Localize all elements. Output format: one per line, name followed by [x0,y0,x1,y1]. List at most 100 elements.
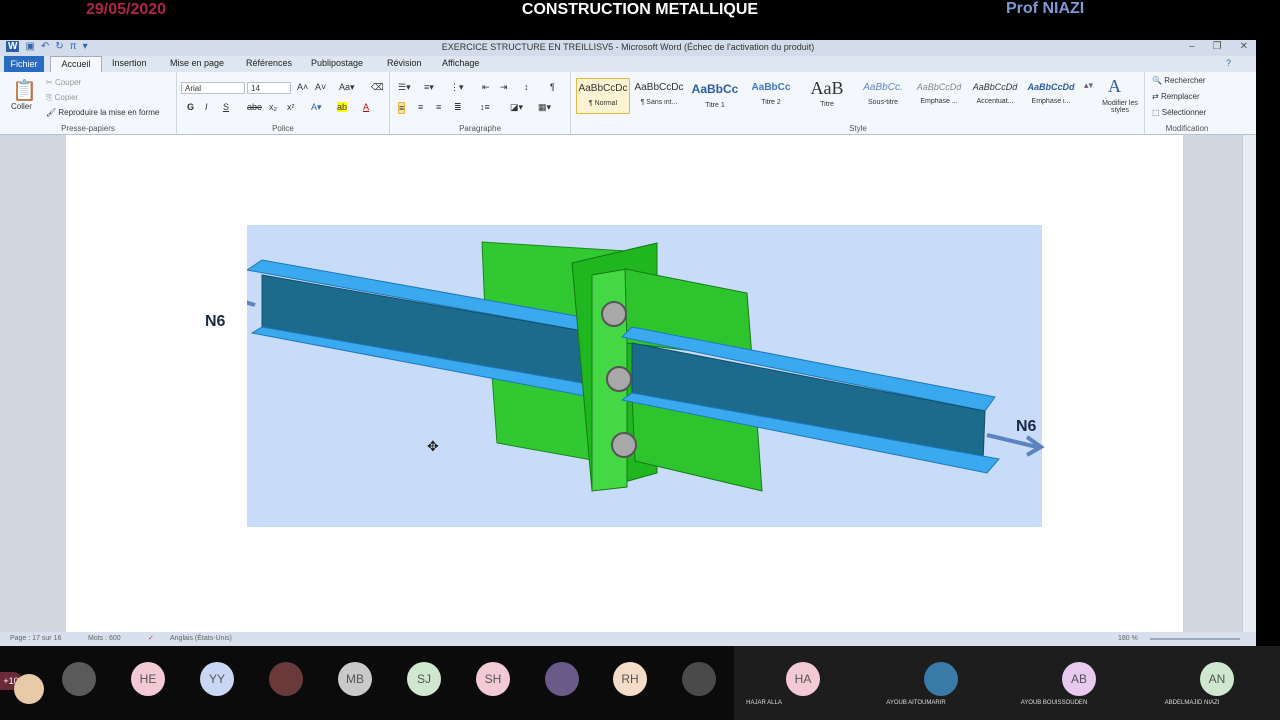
font-name-select[interactable]: Arial [181,82,245,94]
style-titre[interactable]: AaB Titre [800,78,854,114]
style-sous-titre[interactable]: AaBbCc. Sous-titre [856,78,910,114]
participant-avatar-mb[interactable]: MB [338,662,372,696]
multilevel-list-icon[interactable]: ⋮▾ [450,82,464,93]
justify-icon[interactable]: ≣ [454,102,462,113]
participant-avatar-sh[interactable]: SH [476,662,510,696]
participant-photo-avatar[interactable] [924,662,958,696]
style-name: Titre [820,101,834,108]
style-emphase-pale[interactable]: AaBbCcDd Emphase ... [912,78,966,114]
help-icon[interactable]: ? [1226,58,1231,68]
participant-photo-avatar[interactable] [682,662,716,696]
text-effects-icon[interactable]: A▾ [311,102,322,113]
change-case-icon[interactable]: Aa▾ [339,82,355,93]
copy-label: Copier [54,93,79,102]
tab-accueil[interactable]: Accueil [50,56,102,72]
copy-button[interactable]: ⎘ Copier [46,93,78,103]
align-left-icon[interactable]: ≡ [398,102,406,114]
numbering-icon[interactable]: ≡▾ [424,82,434,93]
word-window: W ▣ ↶ ↻ π ▾ EXERCICE STRUCTURE EN TREILL… [0,40,1256,646]
subscript-icon[interactable]: x₂ [269,102,277,112]
style-sample: AaBbCcDc [578,83,628,94]
participant-photo-avatar[interactable] [269,662,303,696]
style-titre-1[interactable]: AaBbCc Titre 1 [688,78,742,114]
align-center-icon[interactable]: ≡ [418,102,423,112]
change-styles-icon[interactable]: A [1108,76,1121,97]
participant-name: ABDELMAJID NIAZI [1164,700,1220,706]
vertical-scrollbar[interactable] [1242,135,1256,632]
align-right-icon[interactable]: ≡ [436,102,441,112]
font-color-icon[interactable]: A [363,102,369,112]
font-label: Police [272,124,294,133]
superscript-icon[interactable]: x² [287,102,295,112]
minimize-icon[interactable]: – [1189,41,1195,52]
style-accentuation[interactable]: AaBbCcDd Accentuat... [968,78,1022,114]
participant-avatar-rh[interactable]: RH [613,662,647,696]
tab-revision[interactable]: Révision [387,58,422,68]
font-size-select[interactable]: 14 [247,82,291,94]
grow-font-icon[interactable]: A˄ [297,82,308,92]
find-button[interactable]: 🔍 Rechercher [1152,76,1206,85]
tab-mise-en-page[interactable]: Mise en page [170,58,224,68]
paste-icon[interactable]: 📋 [12,78,37,103]
format-painter-label: Reproduire la mise en forme [58,108,160,117]
close-icon[interactable]: ✕ [1240,41,1248,52]
zoom-slider[interactable] [1150,638,1240,640]
title-bar: W ▣ ↶ ↻ π ▾ EXERCICE STRUCTURE EN TREILL… [0,40,1256,56]
decrease-indent-icon[interactable]: ⇤ [482,82,490,93]
participant-photo-avatar[interactable] [545,662,579,696]
select-button[interactable]: ⬚ Sélectionner [1152,108,1206,117]
line-spacing-icon[interactable]: ↕≡ [480,102,490,112]
window-controls: – ❐ ✕ [1189,41,1248,52]
zoom-level[interactable]: 180 % [1118,635,1138,642]
participant-avatar-he[interactable]: HE [131,662,165,696]
tab-affichage[interactable]: Affichage [442,58,479,68]
borders-icon[interactable]: ▦▾ [538,102,551,113]
underline-icon[interactable]: S [223,102,229,112]
style-normal[interactable]: AaBbCcDc ¶ Normal [576,78,630,114]
proofing-icon[interactable]: ✓ [148,634,154,642]
pilcrow-icon[interactable]: ¶ [550,82,555,92]
style-titre-2[interactable]: AaBbCc Titre 2 [744,78,798,114]
bullets-icon[interactable]: ☰▾ [398,82,411,93]
participant-avatar-yy[interactable]: YY [200,662,234,696]
tab-insertion[interactable]: Insertion [112,58,147,68]
tab-fichier[interactable]: Fichier [4,56,44,72]
window-title: EXERCICE STRUCTURE EN TREILLISV5 - Micro… [441,42,815,52]
cut-button[interactable]: ✂ Couper [46,78,81,87]
highlight-icon[interactable]: ab [337,102,348,112]
tab-publipostage[interactable]: Publipostage [311,58,363,68]
style-emphase-intense[interactable]: AaBbCcDd Emphase i... [1024,78,1078,114]
clear-format-icon[interactable]: ⌫ [371,82,384,93]
style-sans-interligne[interactable]: AaBbCcDc ¶ Sans int... [632,78,686,114]
bolt-middle [606,366,632,392]
participants-left: +10 HE YY MB SJ SH RH [0,646,734,720]
participant-avatar-ha[interactable]: HA [786,662,820,696]
clipboard-label: Presse-papiers [61,124,115,133]
replace-button[interactable]: ⇄ Remplacer [1152,92,1200,101]
avatar-initials: SH [484,672,502,686]
bold-icon[interactable]: G [187,102,194,112]
participant-name: AYOUB AITOUMARIR [886,700,946,706]
participant-avatar-sj[interactable]: SJ [407,662,441,696]
tab-references[interactable]: Références [246,58,292,68]
sort-icon[interactable]: ↕ [524,82,529,92]
paste-button[interactable]: Coller [11,102,32,111]
language-indicator[interactable]: Anglais (États-Unis) [170,635,232,642]
shrink-font-icon[interactable]: A˅ [315,82,326,92]
paragraph-label: Paragraphe [459,124,501,133]
increase-indent-icon[interactable]: ⇥ [500,82,508,93]
modify-styles-button[interactable]: Modifier les styles [1098,100,1142,114]
participant-photo-avatar[interactable] [62,662,96,696]
italic-icon[interactable]: I [205,102,208,112]
participant-avatar-ab[interactable]: AB [1062,662,1096,696]
restore-icon[interactable]: ❐ [1213,41,1222,52]
style-sample: AaBbCc. [863,82,903,93]
format-painter-button[interactable]: 🖌 Reproduire la mise en forme [46,108,159,117]
shading-icon[interactable]: ◪▾ [510,102,523,113]
participant-avatar-an[interactable]: AN [1200,662,1234,696]
document-page[interactable]: ✥ N6 N6 [66,135,1183,632]
styles-scroll-icon[interactable]: ▴▾ [1084,80,1093,91]
strikethrough-icon[interactable]: abe [247,102,262,112]
raised-hand-avatar[interactable] [14,674,44,704]
style-sample: AaBbCcDc [634,82,684,93]
